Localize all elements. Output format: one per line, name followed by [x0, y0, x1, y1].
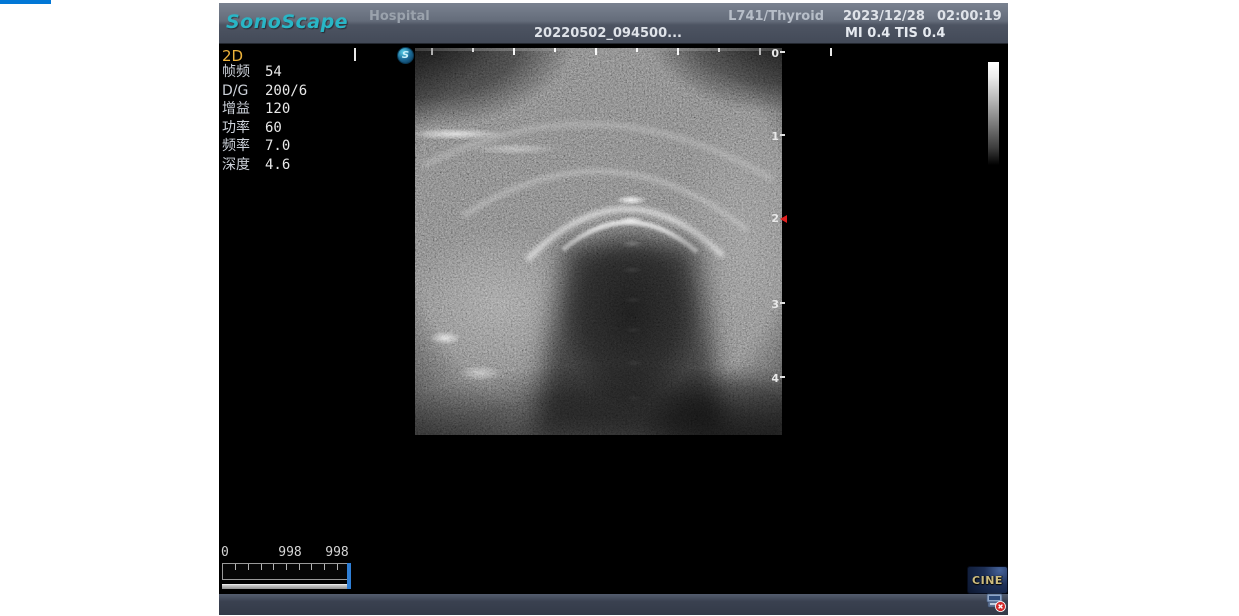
cine-current-frame: 998	[269, 545, 311, 560]
depth-tick	[780, 376, 785, 378]
depth-tick	[780, 51, 785, 53]
depth-mark-label: 2	[759, 213, 779, 225]
scale-top-marker	[830, 48, 832, 56]
cine-position-indicator[interactable]	[347, 563, 351, 589]
depth-mark: 0	[759, 48, 793, 60]
hospital-name: Hospital	[369, 9, 430, 24]
param-value: 120	[265, 100, 290, 119]
param-label: 增益	[222, 100, 265, 119]
param-label: D/G	[222, 82, 265, 101]
param-label: 功率	[222, 119, 265, 138]
parameter-row: 帧频 54	[222, 63, 307, 82]
tgc-marker	[354, 48, 356, 61]
param-value: 4.6	[265, 156, 290, 175]
param-value: 60	[265, 119, 282, 138]
top-left-accent-line	[0, 0, 51, 4]
param-value: 200/6	[265, 82, 307, 101]
param-label: 频率	[222, 137, 265, 156]
depth-mark: 2	[759, 213, 793, 225]
cine-total-frames: 998	[316, 545, 358, 560]
depth-mark-label: 4	[759, 373, 779, 385]
depth-mark: 3	[759, 299, 793, 311]
param-value: 54	[265, 63, 282, 82]
printer-error-icon[interactable]	[986, 592, 1006, 612]
parameter-row: 功率 60	[222, 119, 307, 138]
mi-tis-values: MI 0.4 TIS 0.4	[845, 26, 945, 41]
cine-start-frame: 0	[221, 545, 229, 560]
system-time: 02:00:19	[937, 9, 1002, 24]
cine-ruler[interactable]	[222, 563, 348, 580]
depth-mark-label: 1	[759, 131, 779, 143]
param-label: 帧频	[222, 63, 265, 82]
ultrasound-image	[415, 48, 782, 435]
param-value: 7.0	[265, 137, 290, 156]
depth-tick	[780, 302, 785, 304]
ultrasound-app-window: SonoScape Hospital 20220502_094500... L7…	[219, 3, 1008, 615]
header-bar: SonoScape Hospital 20220502_094500... L7…	[219, 3, 1008, 44]
parameter-panel: 帧频 54 D/G 200/6 增益 120 功率 60 频率 7.0 深度 4…	[222, 63, 307, 174]
sonoscape-logo: SonoScape	[226, 11, 348, 33]
s-logo-icon: S	[397, 47, 414, 64]
parameter-row: 频率 7.0	[222, 137, 307, 156]
image-display-area: 2D 帧频 54 D/G 200/6 增益 120 功率 60 频率 7.0	[219, 44, 1008, 594]
exam-id: 20220502_094500...	[518, 26, 698, 41]
cine-button[interactable]: CINE	[967, 566, 1008, 594]
depth-mark: 4	[759, 373, 793, 385]
parameter-row: 增益 120	[222, 100, 307, 119]
param-label: 深度	[222, 156, 265, 175]
parameter-row: D/G 200/6	[222, 82, 307, 101]
s-logo-letter: S	[402, 51, 409, 61]
parameter-row: 深度 4.6	[222, 156, 307, 175]
cine-progress-bar[interactable]	[222, 584, 347, 589]
focus-marker-icon[interactable]	[780, 215, 787, 223]
depth-mark-label: 0	[759, 48, 779, 60]
system-date: 2023/12/28	[843, 9, 925, 24]
status-bar	[219, 594, 1008, 615]
depth-mark: 1	[759, 131, 793, 143]
probe-preset: L741/Thyroid	[719, 9, 824, 24]
depth-tick	[780, 134, 785, 136]
depth-mark-label: 3	[759, 299, 779, 311]
grayscale-bar	[988, 62, 999, 165]
